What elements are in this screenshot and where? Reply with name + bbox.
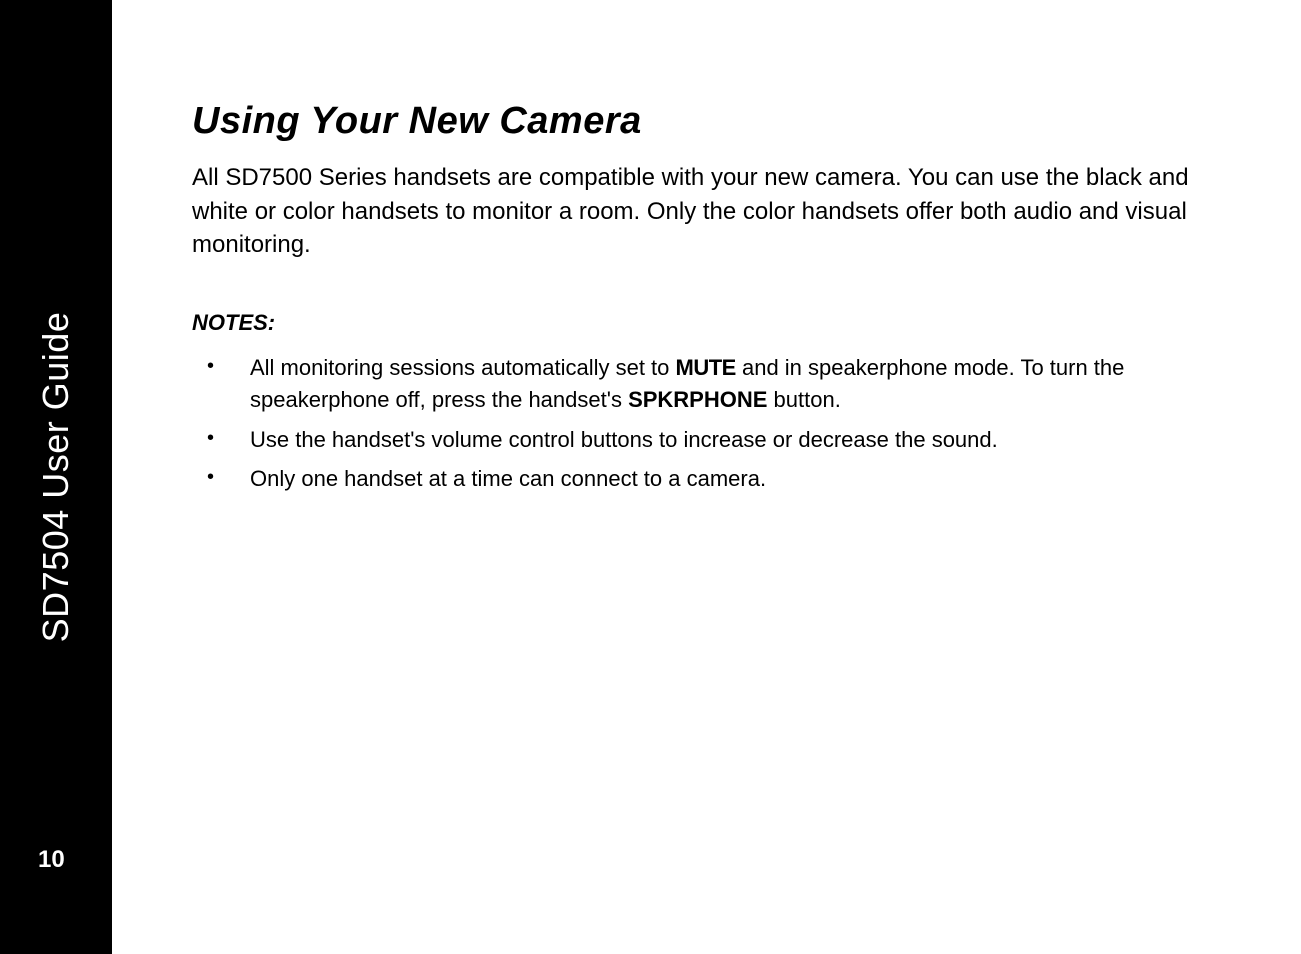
page-content: Using Your New Camera All SD7500 Series … — [112, 0, 1301, 954]
page-number: 10 — [38, 846, 65, 874]
notes-list: All monitoring sessions automatically se… — [192, 352, 1211, 496]
note-text: Use the handset's volume control buttons… — [250, 427, 998, 452]
list-item: Only one handset at a time can connect t… — [192, 463, 1211, 495]
spkrphone-label: SPKRPHONE — [628, 387, 767, 412]
intro-paragraph: All SD7500 Series handsets are compatibl… — [192, 161, 1211, 262]
list-item: All monitoring sessions automatically se… — [192, 352, 1211, 416]
section-heading: Using Your New Camera — [192, 100, 1211, 143]
note-text-post: button. — [767, 387, 840, 412]
note-text: Only one handset at a time can connect t… — [250, 466, 766, 491]
document-title: SD7504 User Guide — [35, 312, 77, 643]
sidebar: SD7504 User Guide 10 — [0, 0, 112, 954]
mute-label: MUTE — [676, 355, 736, 380]
list-item: Use the handset's volume control buttons… — [192, 424, 1211, 456]
notes-label: NOTES: — [192, 310, 1211, 336]
note-text-pre: All monitoring sessions automatically se… — [250, 355, 676, 380]
